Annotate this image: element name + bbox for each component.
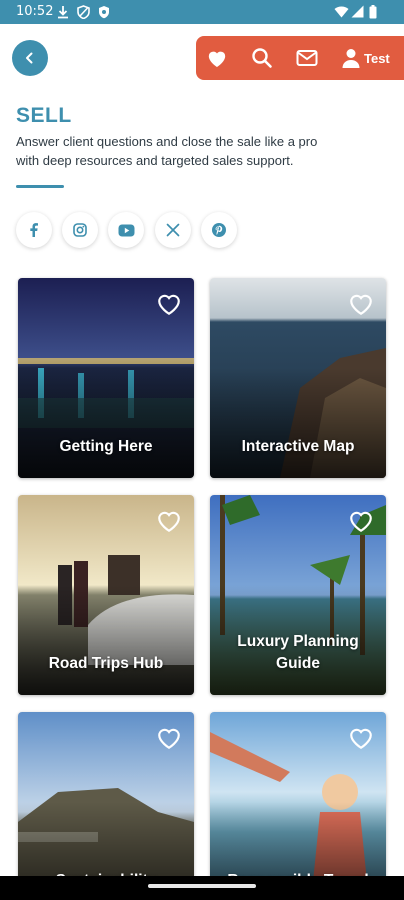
heart-icon	[208, 51, 226, 68]
status-bar: 10:52	[0, 0, 404, 24]
envelope-icon	[296, 50, 318, 66]
messages-button[interactable]	[296, 46, 318, 70]
card-title: Getting Here	[59, 438, 153, 455]
youtube-icon	[118, 224, 134, 236]
favorite-heart-icon[interactable]	[348, 292, 374, 316]
pinterest-link[interactable]	[201, 212, 237, 248]
card-title: Road Trips Hub	[48, 655, 164, 672]
page-description: Answer client questions and close the sa…	[16, 134, 318, 168]
favorite-heart-icon[interactable]	[156, 726, 182, 750]
pinterest-icon	[212, 223, 226, 237]
home-gesture-handle[interactable]	[148, 884, 256, 888]
back-button[interactable]	[12, 40, 48, 76]
user-icon	[342, 49, 360, 68]
x-icon	[166, 223, 180, 237]
system-navigation-bar	[0, 876, 404, 900]
card-sustainability-resource-center[interactable]: Sustainability Resource Center	[18, 712, 194, 900]
action-toolbar: Test	[196, 36, 404, 80]
card-road-trips-hub[interactable]: Road Trips Hub	[18, 495, 194, 695]
battery-icon	[369, 5, 377, 19]
card-responsible-travel-code[interactable]: Responsible Travel Code	[210, 712, 386, 900]
youtube-link[interactable]	[108, 212, 144, 248]
favorites-button[interactable]	[206, 46, 228, 70]
instagram-icon	[73, 223, 87, 237]
favorite-heart-icon[interactable]	[156, 509, 182, 533]
security-shield-icon	[99, 6, 109, 19]
user-name-label: Test	[364, 50, 390, 66]
title-divider	[16, 185, 64, 188]
card-luxury-planning-guide[interactable]: Luxury Planning Guide	[210, 495, 386, 695]
card-getting-here[interactable]: Getting Here	[18, 278, 194, 478]
user-account-button[interactable]: Test	[342, 46, 390, 70]
download-icon	[58, 6, 68, 19]
card-title: Interactive Map	[241, 438, 355, 455]
instagram-link[interactable]	[62, 212, 98, 248]
facebook-icon	[30, 223, 38, 237]
card-interactive-map[interactable]: Interactive Map	[210, 278, 386, 478]
status-time: 10:52	[16, 4, 54, 19]
page-title: SELL	[16, 104, 72, 127]
vpn-shield-icon	[77, 5, 90, 19]
favorite-heart-icon[interactable]	[156, 292, 182, 316]
favorite-heart-icon[interactable]	[348, 726, 374, 750]
search-icon	[252, 48, 272, 68]
signal-icon	[351, 5, 364, 18]
search-button[interactable]	[251, 46, 273, 70]
favorite-heart-icon[interactable]	[348, 509, 374, 533]
x-link[interactable]	[155, 212, 191, 248]
facebook-link[interactable]	[16, 212, 52, 248]
card-title: Luxury Planning Guide	[237, 633, 359, 672]
wifi-icon	[334, 6, 349, 18]
chevron-left-icon	[26, 52, 33, 64]
